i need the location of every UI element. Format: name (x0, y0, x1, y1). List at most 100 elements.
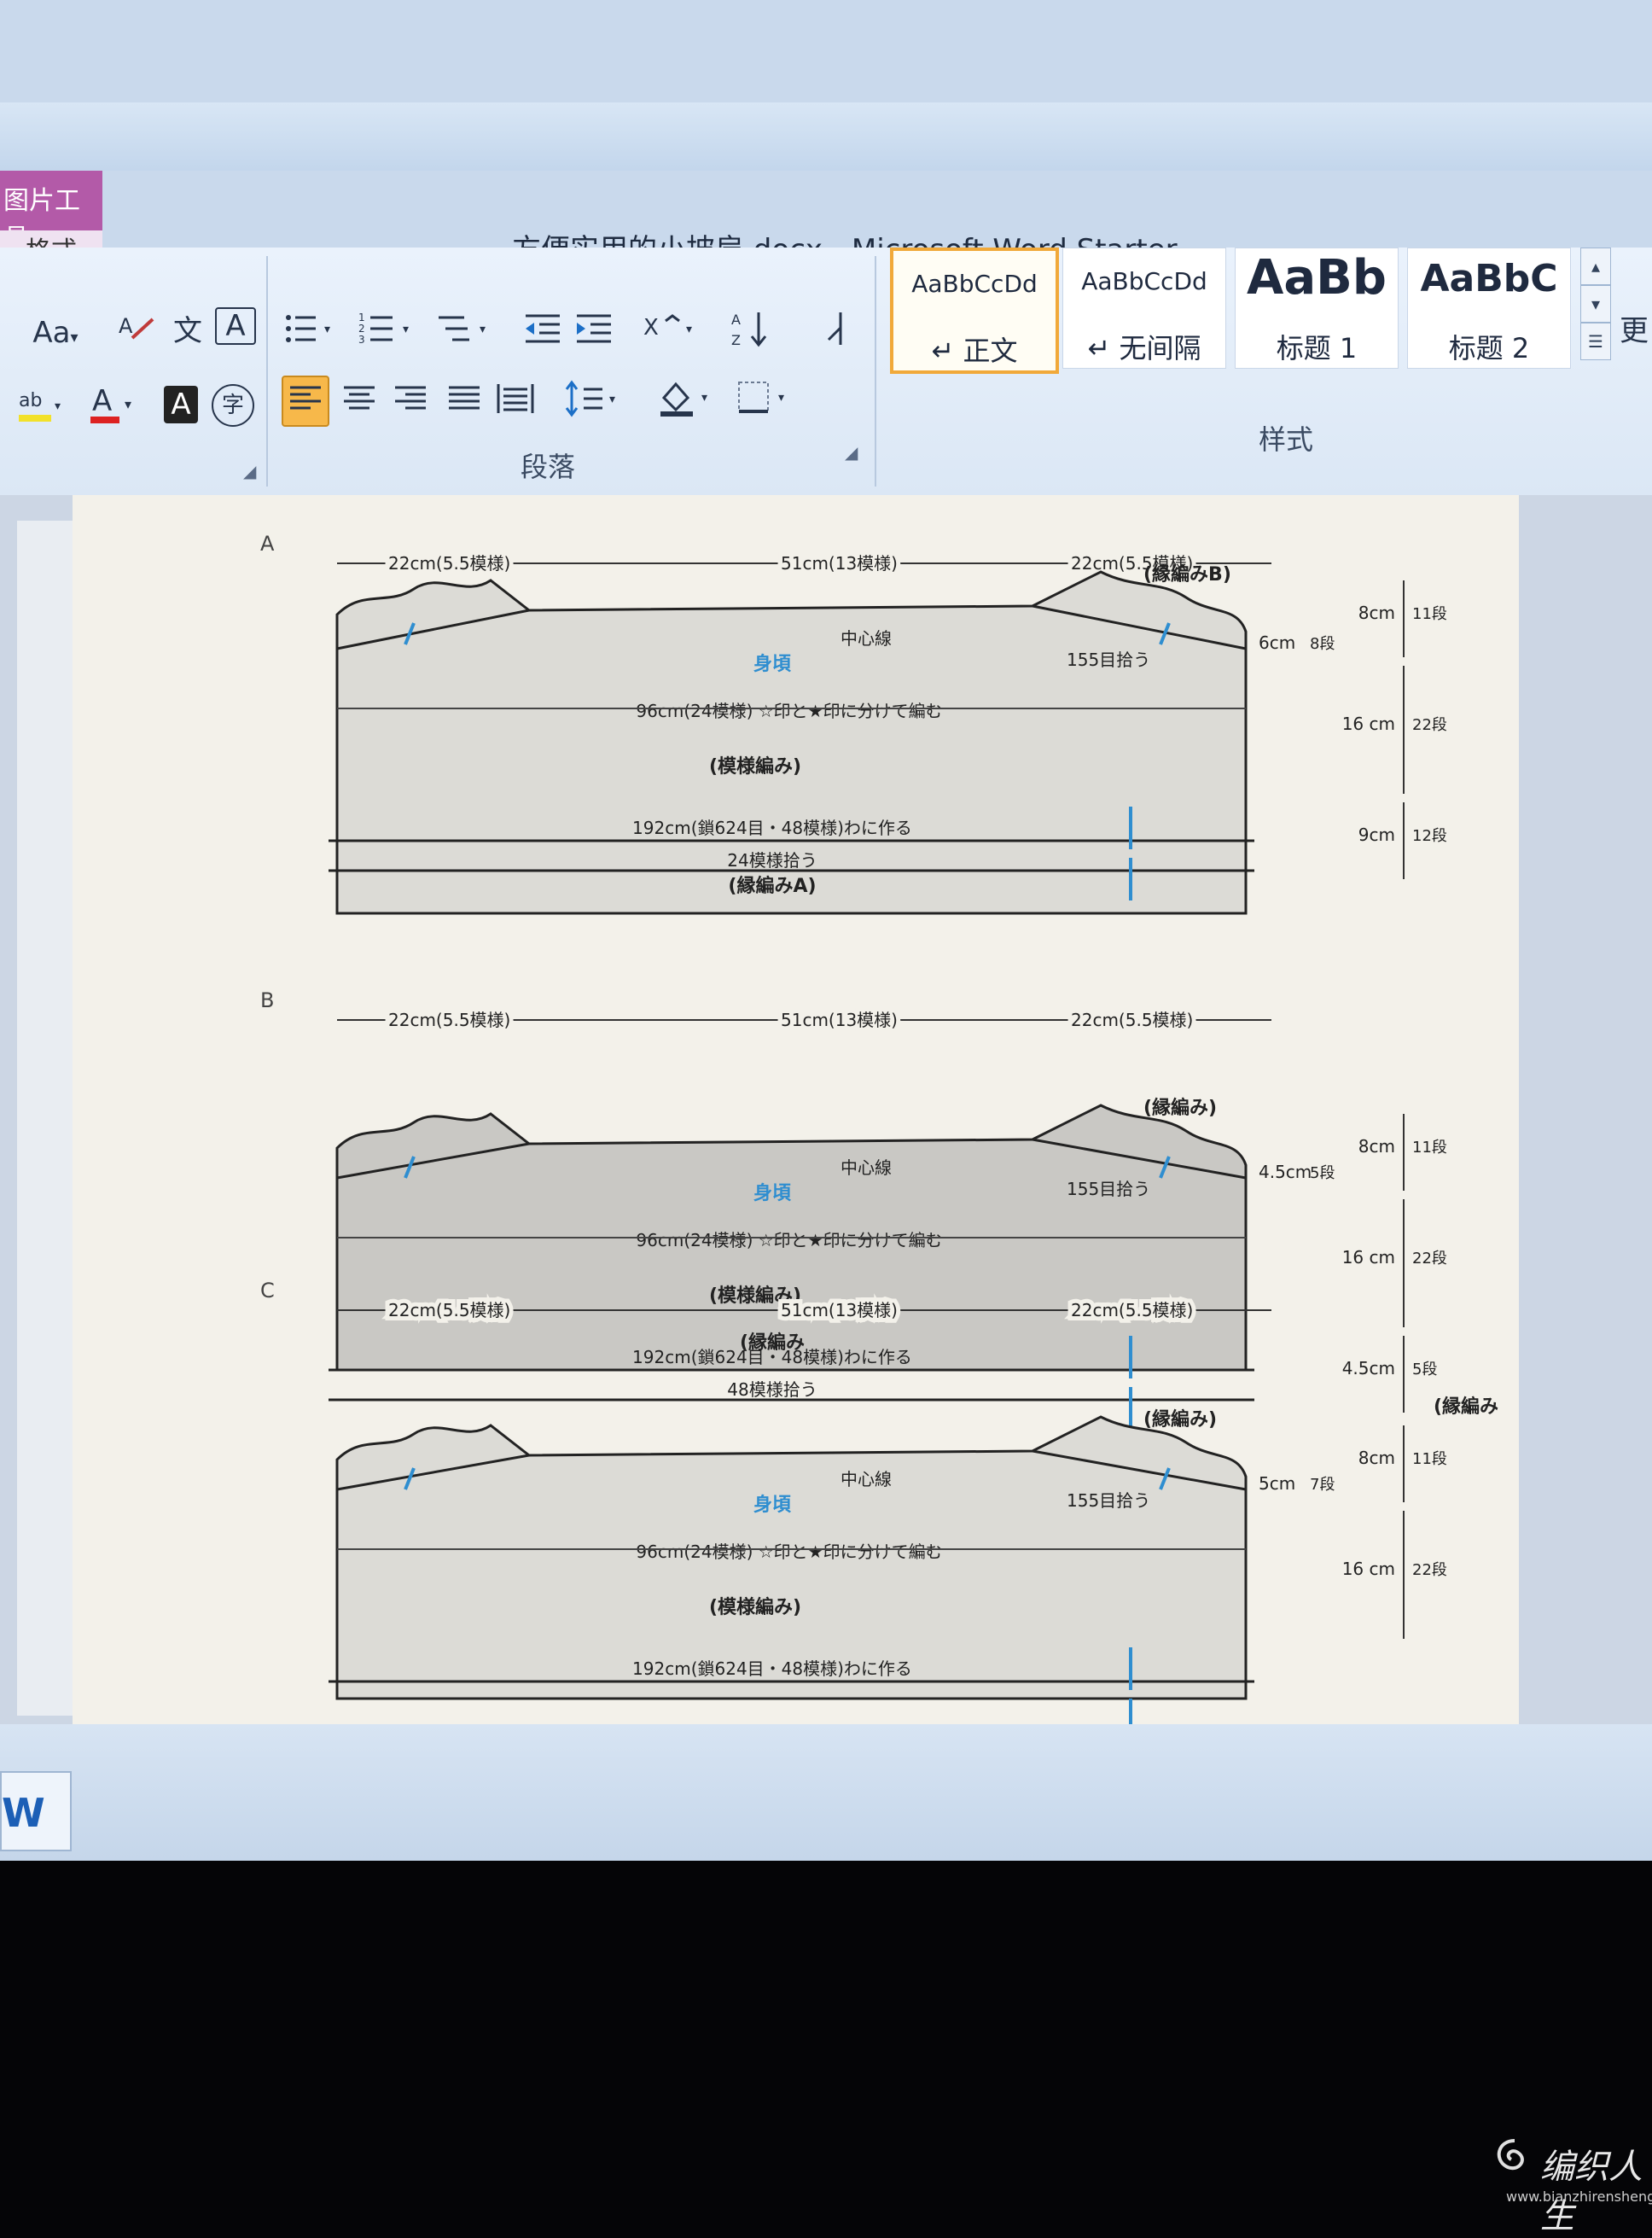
chain-label: 192cm(鎖624目・48模様)わに作る (632, 1658, 912, 1679)
highlight-color-button[interactable]: ab ▾ (13, 381, 73, 428)
show-marks-button[interactable] (815, 307, 858, 355)
body-width-label: 96cm(24模様) ☆印と★印に分けて編む (636, 701, 942, 721)
enclose-label: 字 (221, 393, 244, 418)
line-spacing-icon: ▾ (565, 380, 615, 417)
body-label: 身頃 (753, 653, 792, 675)
vertical-ruler (17, 521, 79, 1716)
borders-button[interactable]: ▾ (734, 376, 798, 423)
style-heading-2[interactable]: AaBbC 标题 2 (1407, 248, 1571, 369)
character-shading-button[interactable]: A (164, 386, 198, 423)
styles-more-icon[interactable]: ☰ (1580, 323, 1611, 360)
shoulder-rows: 7段 (1310, 1476, 1335, 1494)
shading-button[interactable]: ▾ (657, 376, 721, 423)
side-rows: 11段 (1412, 1450, 1447, 1468)
knitting-diagrams: A 22cm(5.5模様) 51cm(13模様) 22cm(5.5模様) (縁編みB) 身… (260, 532, 1498, 1741)
shoulder-size: 5cm (1259, 1473, 1295, 1494)
numbering-icon: 123 ▾ (358, 312, 409, 346)
justify-button[interactable] (442, 377, 486, 425)
increase-indent-icon (577, 314, 611, 343)
increase-indent-button[interactable] (573, 307, 618, 355)
document-page[interactable]: A 22cm(5.5模様) 51cm(13模様) 22cm(5.5模様) (縁編みB) 身… (73, 495, 1519, 1741)
justify-icon (449, 386, 480, 410)
sort-icon: AZ (731, 312, 767, 348)
bottom-edge-label: (縁編みA) (728, 875, 816, 897)
side-rows: 5段 (1412, 1361, 1437, 1378)
paragraph-dialog-launcher-icon[interactable]: ◢ (845, 442, 858, 463)
edge-label: (縁編みB) (1143, 563, 1231, 586)
svg-text:▾: ▾ (778, 391, 784, 405)
change-case-label: Aa (32, 316, 71, 350)
group-separator (875, 256, 876, 487)
ribbon (0, 248, 1652, 497)
watermark-url: www.bianzhirensheng.com (1506, 2188, 1652, 2205)
enclose-characters-button[interactable]: 字 (212, 384, 254, 427)
character-border-button[interactable]: A (215, 307, 256, 345)
pickup-label: 155目拾う (1067, 1490, 1150, 1511)
svg-text:1: 1 (358, 312, 365, 323)
svg-text:▾: ▾ (324, 323, 330, 336)
align-center-button[interactable] (337, 377, 381, 425)
change-case-button[interactable]: Aa▾ (26, 309, 85, 357)
svg-text:ab: ab (19, 390, 42, 411)
diagram-label: A (260, 532, 275, 556)
multilevel-list-button[interactable]: ▾ (435, 307, 499, 355)
dimension-center: 51cm(13模様) (781, 1300, 898, 1320)
center-line-label: 中心線 (841, 1469, 892, 1489)
bullets-button[interactable]: ▾ (282, 307, 341, 355)
numbering-button[interactable]: 1 2 3 ▾ (358, 307, 422, 355)
distributed-button[interactable] (493, 377, 538, 425)
font-dialog-launcher-icon[interactable]: ◢ (243, 461, 256, 481)
svg-text:▾: ▾ (403, 323, 409, 336)
pattern-label: (模様編み) (709, 755, 801, 778)
center-line-label: 中心線 (841, 1157, 892, 1178)
status-bar: W (0, 1724, 1652, 1861)
style-no-spacing[interactable]: AaBbCcDd ↵ 无间隔 (1062, 248, 1226, 369)
side-size: 16 cm (1342, 1247, 1395, 1268)
align-right-button[interactable] (388, 377, 433, 425)
shoulder-rows: 8段 (1310, 635, 1335, 653)
word-taskbar-button[interactable]: W (0, 1771, 72, 1851)
shoulder-rows: 5段 (1310, 1164, 1335, 1182)
font-color-button[interactable]: A ▾ (85, 381, 145, 428)
word-icon: W (2, 1790, 45, 1836)
style-sample: AaBbCcDd (1081, 267, 1207, 295)
styles-scroll-up-icon[interactable]: ▴ (1580, 248, 1611, 285)
style-normal[interactable]: AaBbCcDd ↵ 正文 (890, 248, 1059, 374)
pickup-label: 155目拾う (1067, 1179, 1150, 1199)
side-size: 9cm (1358, 825, 1395, 845)
side-rows: 22段 (1412, 716, 1447, 734)
style-heading-1[interactable]: AaBb 标题 1 (1235, 248, 1399, 369)
style-name: 标题 2 (1448, 332, 1530, 364)
side-size: 4.5cm (1342, 1358, 1395, 1378)
pick-label: 48模様拾う (727, 1379, 817, 1400)
side-size: 8cm (1358, 603, 1395, 623)
style-sample: AaBb (1247, 250, 1387, 306)
side-rows: 11段 (1412, 1139, 1447, 1157)
svg-text:A: A (119, 314, 133, 338)
side-size: 8cm (1358, 1136, 1395, 1157)
shoulder-size: 6cm (1259, 632, 1295, 653)
svg-text:Z: Z (731, 332, 741, 348)
svg-text:3: 3 (358, 334, 365, 346)
dimension-left: 22cm(5.5模様) (388, 1010, 510, 1030)
phonetic-guide-button[interactable]: 文 (166, 307, 209, 355)
align-left-button[interactable] (282, 376, 329, 427)
side-rows: 22段 (1412, 1250, 1447, 1268)
styles-scroll-down-icon[interactable]: ▾ (1580, 285, 1611, 323)
svg-text:▾: ▾ (686, 323, 692, 336)
chinese-layout-button[interactable]: X ▾ (640, 307, 704, 355)
svg-text:▾: ▾ (609, 393, 615, 406)
paragraph-mark-icon (827, 312, 842, 345)
style-name: 标题 1 (1276, 332, 1358, 364)
monitor-screen: 方便实用的小披肩.docx - Microsoft Word Starter 图… (0, 0, 1652, 1861)
paint-bucket-icon: ▾ (660, 382, 707, 417)
decrease-indent-button[interactable] (522, 307, 567, 355)
sort-button[interactable]: AZ (730, 307, 781, 355)
title-bar: 方便实用的小披肩.docx - Microsoft Word Starter (0, 102, 1652, 267)
change-styles-button[interactable]: 更 (1617, 307, 1651, 355)
clear-format-icon[interactable]: A (111, 307, 162, 355)
dimension-center: 51cm(13模様) (781, 553, 898, 574)
dimension-left: 22cm(5.5模様) (388, 553, 510, 574)
line-spacing-button[interactable]: ▾ (563, 377, 627, 425)
svg-text:▾: ▾ (55, 399, 61, 413)
